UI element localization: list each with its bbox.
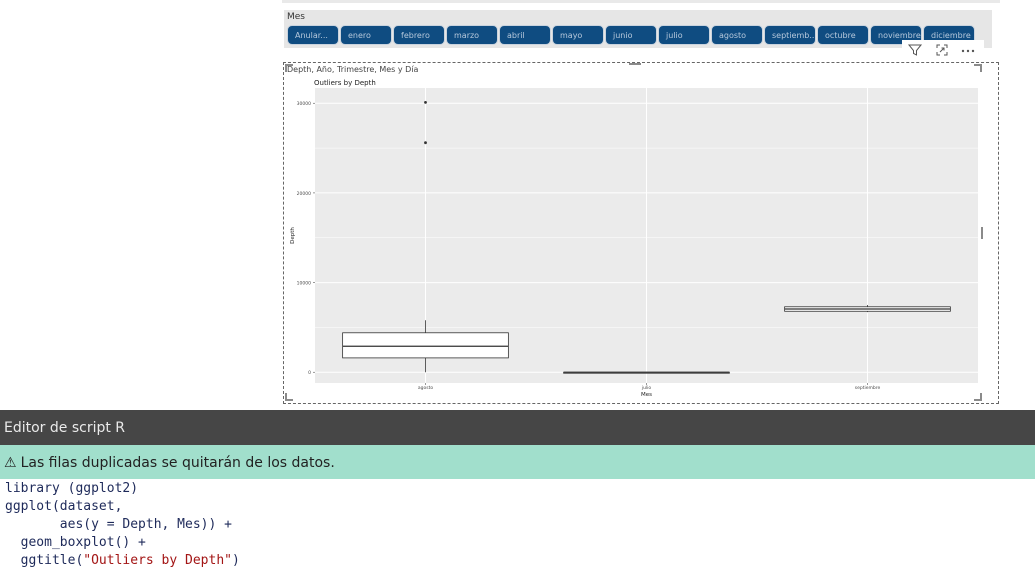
- resize-handle-top[interactable]: [629, 63, 641, 65]
- warning-text: Las filas duplicadas se quitarán de los …: [20, 455, 335, 471]
- focus-mode-icon[interactable]: [934, 42, 950, 58]
- month-button[interactable]: Anular...: [287, 25, 339, 45]
- visual-title: Depth, Año, Trimestre, Mes y Día: [287, 65, 419, 74]
- duplicate-rows-warning: ⚠ Las filas duplicadas se quitarán de los…: [0, 445, 1035, 479]
- y-tick-label: 30000: [297, 101, 311, 107]
- x-tick-label: julio: [641, 385, 652, 391]
- visual-header-icons: [902, 40, 984, 60]
- outlier-point: [424, 141, 427, 145]
- month-button[interactable]: julio: [658, 25, 710, 45]
- slicer-title: Mes: [287, 12, 305, 22]
- code-line: geom_boxplot() +: [5, 535, 146, 550]
- x-tick-label: agosto: [418, 385, 433, 391]
- month-button[interactable]: enero: [340, 25, 392, 45]
- more-options-icon[interactable]: [960, 42, 976, 58]
- month-slicer: Mes Anular... enero febrero marzo abril mayo j…: [284, 10, 992, 48]
- y-axis-title: Depth: [290, 227, 296, 244]
- outlier-point: [424, 100, 427, 104]
- r-code-editor[interactable]: library (ggplot2) ggplot(dataset, aes(y =…: [5, 480, 240, 570]
- month-button[interactable]: junio: [605, 25, 657, 45]
- resize-corner-top-left[interactable]: [285, 64, 293, 72]
- code-line: aes(y = Depth, Mes)) +: [5, 517, 232, 532]
- code-line: library (ggplot2): [5, 481, 139, 496]
- y-tick-label: 10000: [297, 281, 311, 287]
- month-button[interactable]: octubre: [817, 25, 869, 45]
- box: [342, 332, 509, 359]
- canvas-top-border: [282, 0, 1000, 3]
- code-line: ggplot(dataset,: [5, 499, 123, 514]
- month-button[interactable]: septiemb...: [764, 25, 816, 45]
- y-tick-label: 20000: [297, 191, 311, 197]
- month-button[interactable]: abril: [499, 25, 551, 45]
- month-button[interactable]: mayo: [552, 25, 604, 45]
- month-button[interactable]: marzo: [446, 25, 498, 45]
- editor-title-bar: Editor de script R: [0, 410, 1035, 445]
- warning-icon: ⚠: [4, 455, 17, 471]
- x-tick-label: septiembre: [855, 385, 881, 391]
- resize-corner-top-right[interactable]: [974, 64, 982, 72]
- month-button[interactable]: agosto: [711, 25, 763, 45]
- x-axis-title: Mes: [641, 392, 652, 398]
- y-tick-label: 0: [308, 370, 311, 376]
- code-line: ggtitle("Outliers by Depth"): [5, 553, 240, 568]
- filter-icon[interactable]: [907, 42, 923, 58]
- editor-title: Editor de script R: [4, 420, 126, 436]
- month-button[interactable]: febrero: [393, 25, 445, 45]
- boxplot-chart: 0 10000 20000 30000 agosto julio septiembre Mes…: [290, 88, 978, 398]
